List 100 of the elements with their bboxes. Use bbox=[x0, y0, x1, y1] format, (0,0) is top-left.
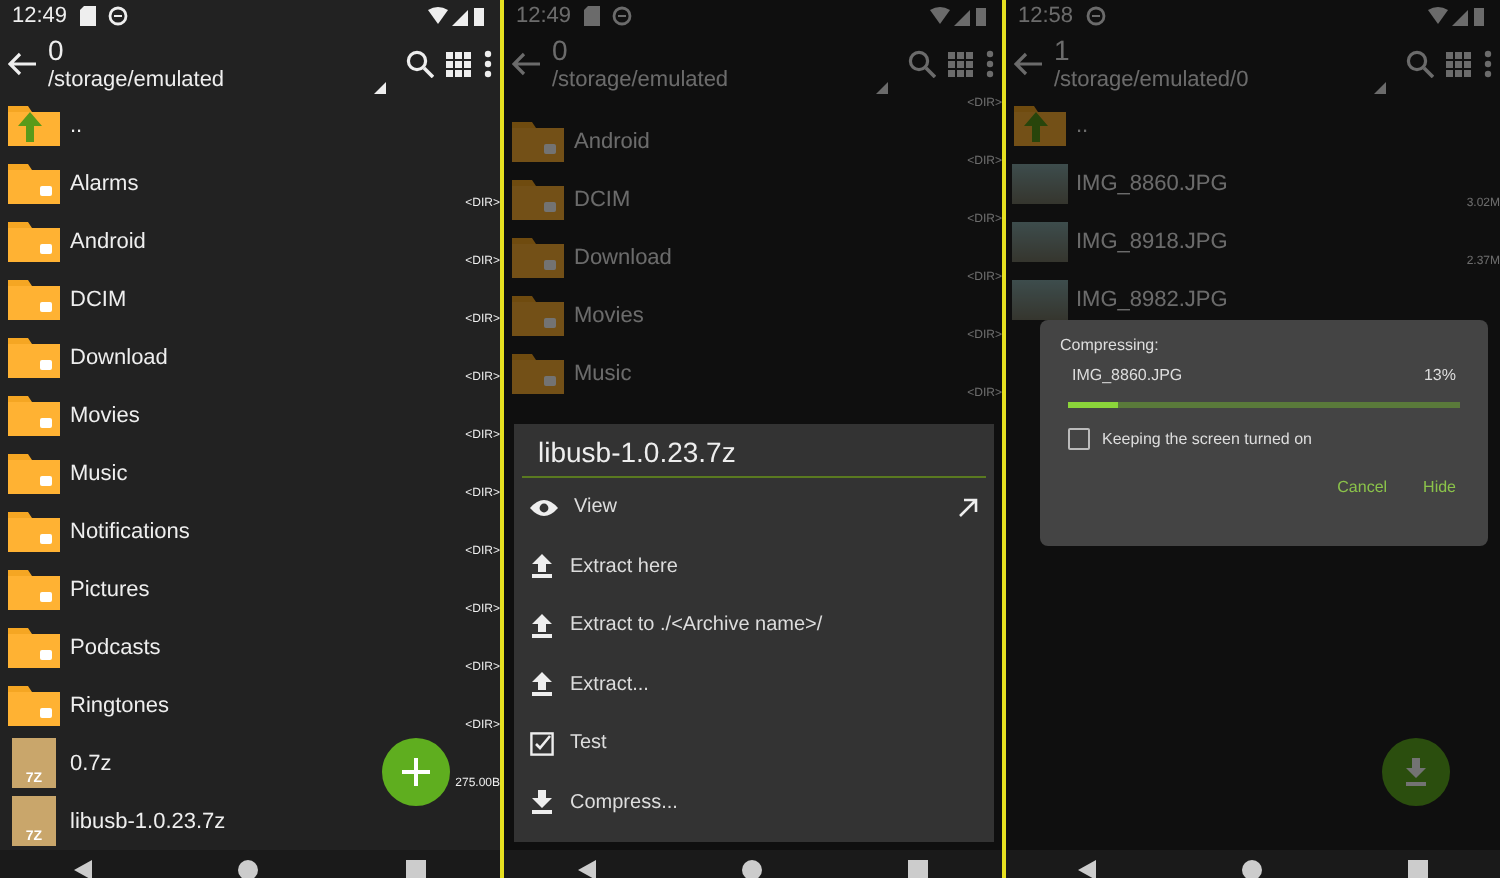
current-path[interactable]: /storage/emulated/0 bbox=[1054, 66, 1394, 94]
file-name: Notifications bbox=[70, 519, 190, 543]
upload-icon bbox=[530, 613, 554, 638]
folder-icon bbox=[510, 351, 566, 395]
menu-item[interactable]: Extract to ./<Archive name>/ bbox=[514, 596, 994, 655]
eye-icon bbox=[530, 497, 558, 518]
file-name: Download bbox=[70, 345, 168, 369]
current-path[interactable]: /storage/emulated bbox=[552, 66, 896, 94]
upload-icon bbox=[530, 672, 554, 697]
circle-icon bbox=[611, 6, 632, 26]
home-button[interactable] bbox=[1241, 856, 1262, 878]
file-row[interactable]: IMG_8982.JPG bbox=[1006, 270, 1500, 328]
recents-button[interactable] bbox=[406, 856, 427, 878]
folder-icon bbox=[6, 451, 62, 495]
menu-item[interactable]: Test bbox=[514, 714, 994, 773]
file-name: Android bbox=[70, 229, 146, 253]
status-time: 12:49 bbox=[12, 4, 68, 28]
folder-icon bbox=[6, 509, 62, 553]
file-row[interactable]: .. bbox=[1006, 96, 1500, 154]
back-button[interactable] bbox=[577, 856, 596, 878]
folder-icon bbox=[6, 277, 62, 321]
status-indicators-icon bbox=[428, 6, 488, 26]
recents-button[interactable] bbox=[1407, 856, 1428, 878]
upload-icon bbox=[530, 554, 554, 579]
tab-count: 1 bbox=[1054, 34, 1072, 66]
folder-icon bbox=[6, 567, 62, 611]
circle-icon bbox=[1085, 6, 1106, 26]
file-name: .. bbox=[70, 113, 83, 137]
menu-title: libusb-1.0.23.7z bbox=[522, 424, 986, 478]
progress-percent: 13% bbox=[1423, 366, 1456, 384]
folder-icon bbox=[510, 119, 566, 163]
back-button[interactable] bbox=[1078, 856, 1097, 878]
folder-icon bbox=[510, 235, 566, 279]
file-name: IMG_8860.JPG bbox=[1072, 366, 1183, 384]
menu-item[interactable]: Compress... bbox=[514, 773, 994, 832]
menu-item[interactable]: Extract... bbox=[514, 655, 994, 714]
file-name: libusb-1.0.23.7z bbox=[70, 809, 226, 833]
external-arrow-icon bbox=[958, 497, 978, 518]
file-name: Download bbox=[574, 245, 672, 269]
menu-item[interactable]: View bbox=[514, 478, 994, 537]
plus-icon bbox=[402, 758, 430, 786]
grid-view-icon[interactable] bbox=[446, 51, 472, 77]
file-name: Ringtones bbox=[70, 693, 170, 717]
status-time: 12:58 bbox=[1018, 4, 1074, 28]
recents-button[interactable] bbox=[908, 856, 929, 878]
file-name: DCIM bbox=[70, 287, 127, 311]
status-indicators-icon bbox=[930, 6, 990, 26]
file-row[interactable]: .. bbox=[0, 96, 500, 154]
file-name: Music bbox=[574, 361, 632, 385]
file-name: IMG_8918.JPG bbox=[1076, 229, 1228, 253]
dropdown-icon[interactable] bbox=[374, 82, 386, 94]
up-arrow-folder-icon bbox=[1012, 103, 1068, 147]
current-path[interactable]: /storage/emulated bbox=[48, 66, 394, 94]
file-name: DCIM bbox=[574, 187, 631, 211]
file-name: Podcasts bbox=[70, 635, 161, 659]
status-indicators-icon bbox=[1428, 6, 1488, 26]
dialog-title: Compressing: bbox=[1060, 336, 1161, 354]
dialog-button[interactable]: Cancel bbox=[1337, 478, 1388, 496]
download-icon bbox=[530, 790, 554, 815]
menu-item[interactable]: Extract here bbox=[514, 537, 994, 596]
up-arrow-folder-icon bbox=[6, 103, 62, 147]
file-name: .. bbox=[1076, 113, 1089, 137]
back-icon[interactable] bbox=[8, 52, 36, 76]
file-name: Alarms bbox=[70, 171, 139, 195]
dialog-button[interactable]: Hide bbox=[1423, 478, 1456, 496]
folder-icon bbox=[6, 625, 62, 669]
photo-placeholder bbox=[1012, 163, 1068, 203]
folder-icon bbox=[6, 683, 62, 727]
download-button[interactable] bbox=[1382, 738, 1450, 806]
folder-icon bbox=[510, 293, 566, 337]
tab-count: 0 bbox=[48, 34, 66, 66]
photo-placeholder bbox=[1012, 221, 1068, 261]
add-button[interactable] bbox=[382, 738, 450, 806]
circle-icon bbox=[107, 6, 128, 26]
home-button[interactable] bbox=[238, 856, 259, 878]
file-name: IMG_8860.JPG bbox=[1076, 171, 1228, 195]
file-name: Music bbox=[70, 461, 128, 485]
checkbox-icon bbox=[530, 731, 554, 756]
more-icon[interactable] bbox=[484, 50, 492, 78]
file-name: IMG_8982.JPG bbox=[1076, 287, 1228, 311]
checkbox-label: Keeping the screen turned on bbox=[1102, 430, 1312, 448]
sd-card-icon bbox=[583, 6, 600, 26]
folder-icon bbox=[510, 177, 566, 221]
sd-card-icon bbox=[79, 6, 96, 26]
search-icon[interactable] bbox=[406, 50, 434, 78]
file-name: Movies bbox=[70, 403, 140, 427]
photo-placeholder bbox=[1012, 279, 1068, 319]
tab-count: 0 bbox=[552, 34, 570, 66]
download-icon bbox=[1404, 758, 1428, 786]
folder-icon bbox=[6, 335, 62, 379]
file-name: 0.7z bbox=[70, 751, 112, 775]
folder-icon bbox=[6, 393, 62, 437]
checkbox[interactable] bbox=[1068, 428, 1090, 450]
file-name: Pictures bbox=[70, 577, 150, 601]
back-button[interactable] bbox=[73, 856, 92, 878]
home-button[interactable] bbox=[741, 856, 762, 878]
folder-icon bbox=[6, 161, 62, 205]
folder-icon bbox=[6, 219, 62, 263]
file-name: Android bbox=[574, 129, 650, 153]
file-name: Movies bbox=[574, 303, 644, 327]
